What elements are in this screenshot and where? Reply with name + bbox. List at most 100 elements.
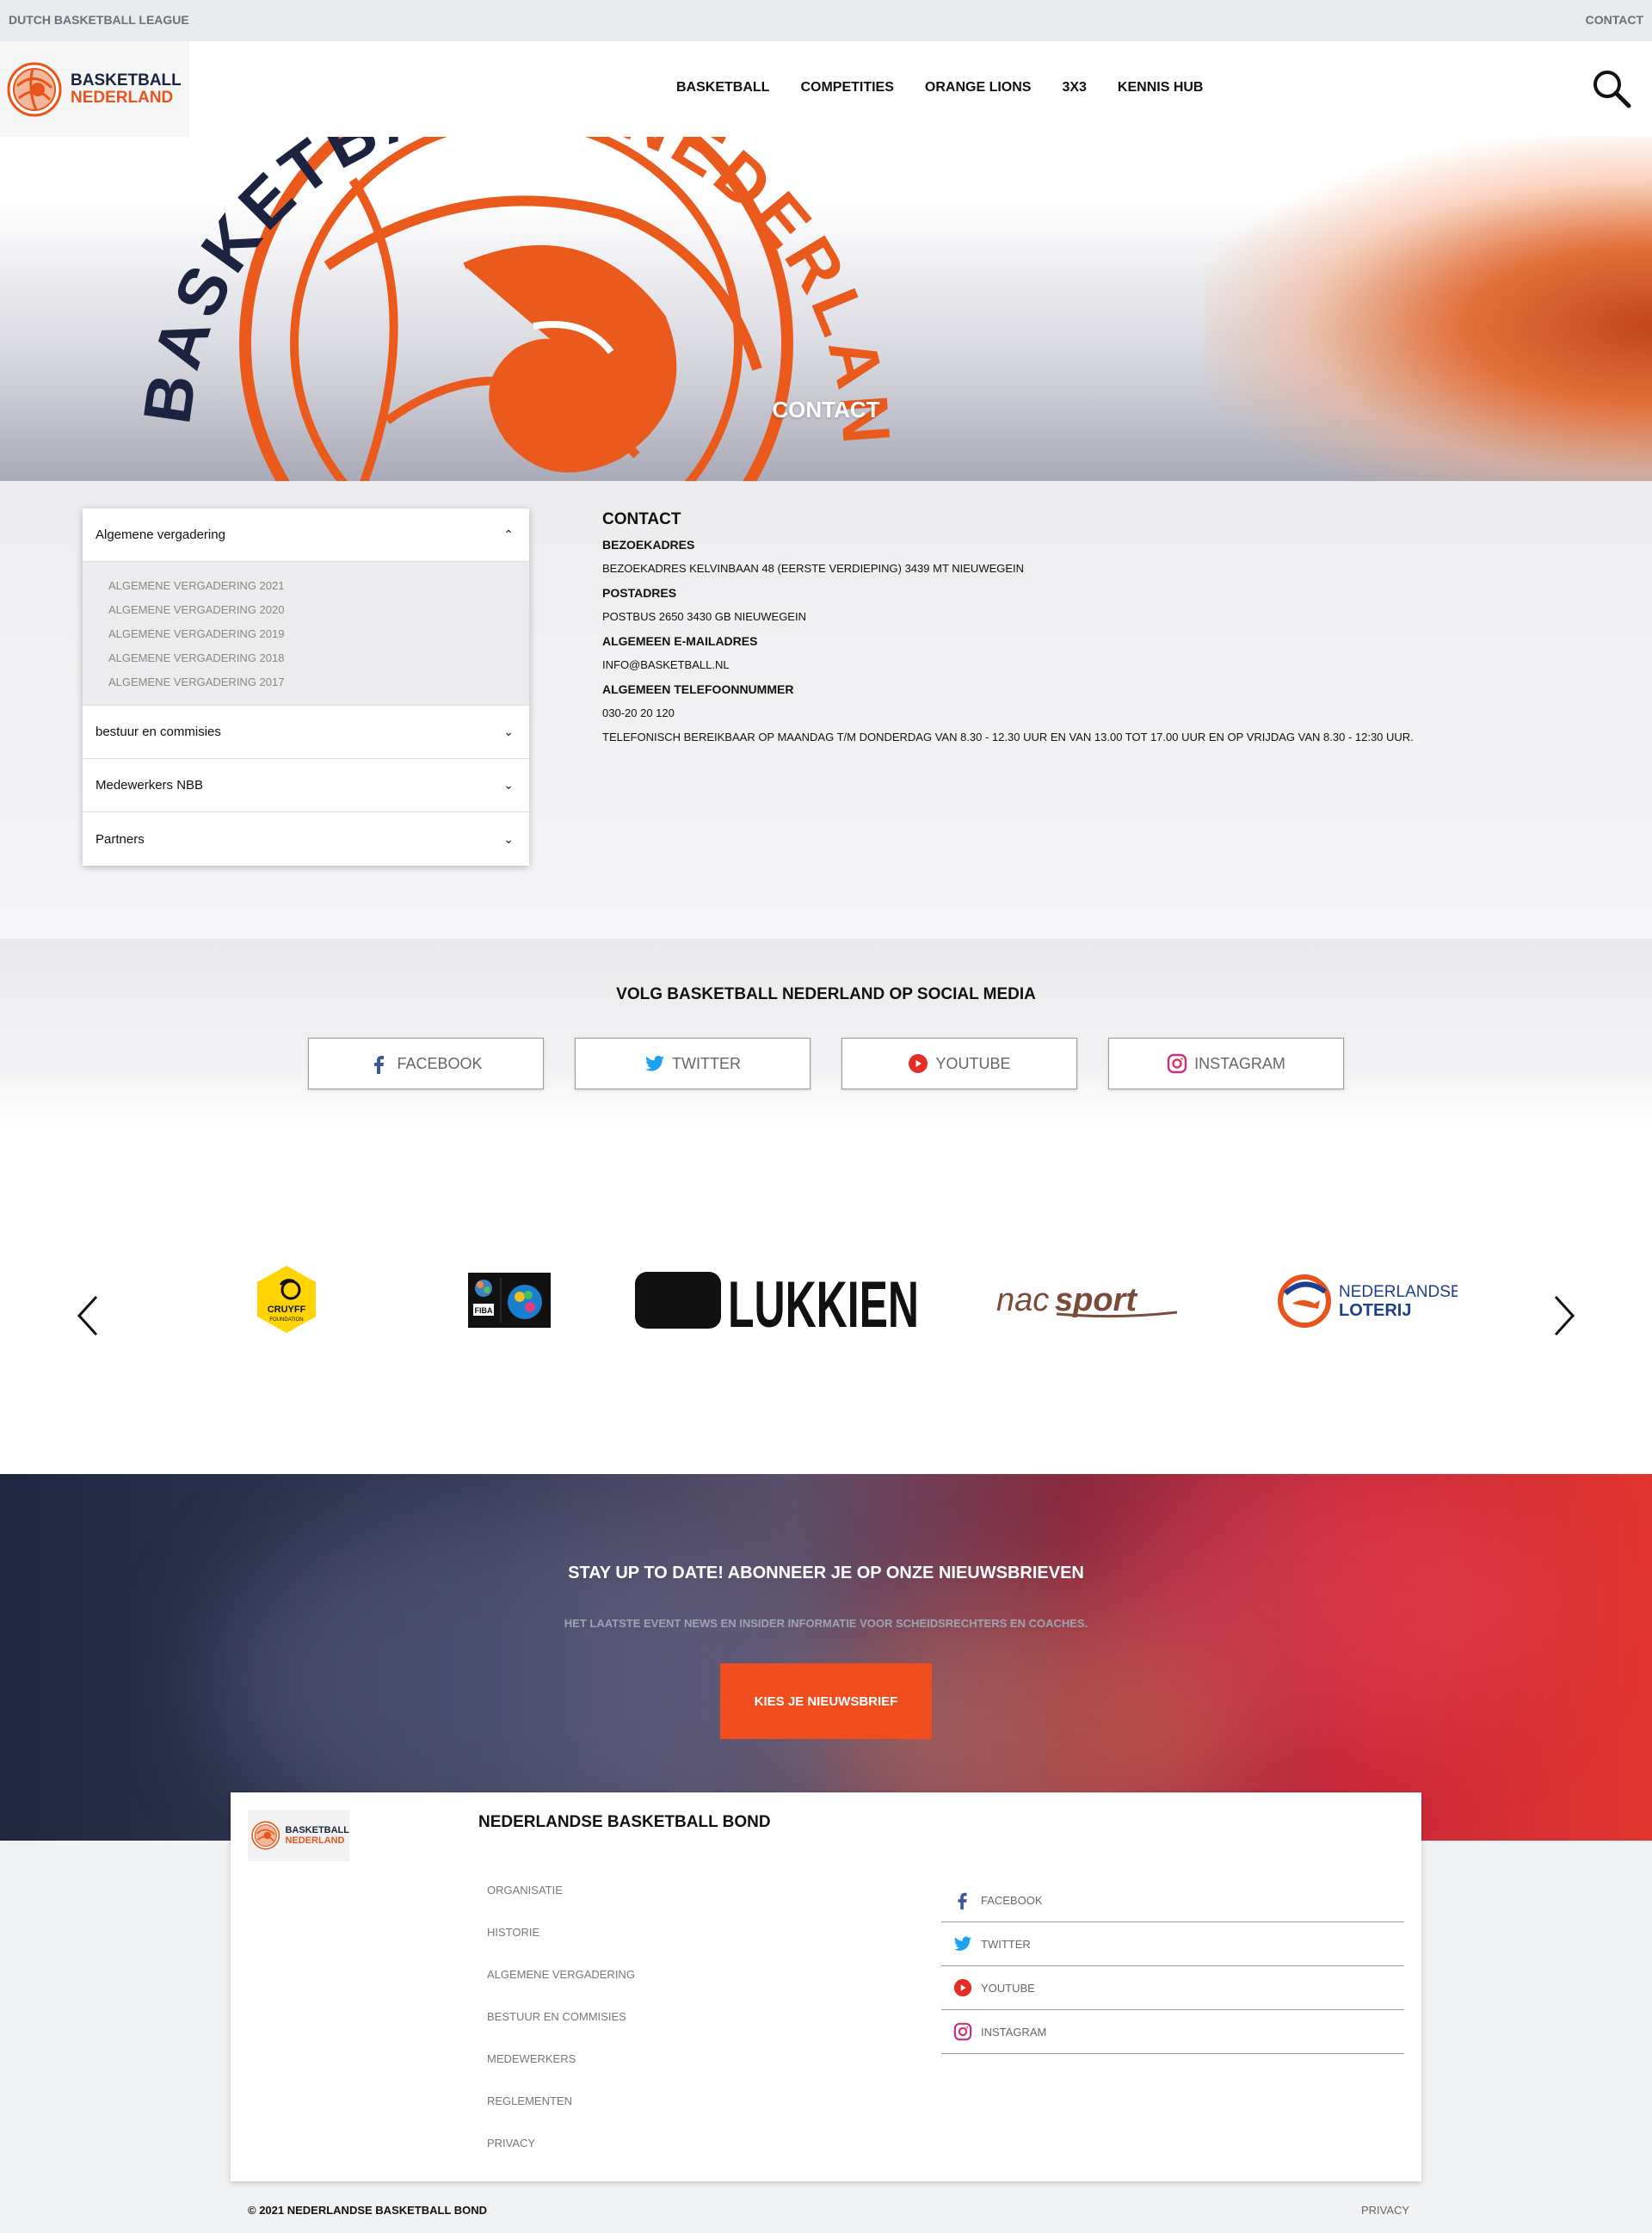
- bottom-privacy-link[interactable]: PRIVACY: [1361, 2204, 1409, 2217]
- footer-instagram-link[interactable]: INSTAGRAM: [941, 2010, 1404, 2054]
- footer-twitter-link[interactable]: TWITTER: [941, 1922, 1404, 1966]
- basketball-logo-icon: [7, 62, 62, 116]
- footer-facebook-link[interactable]: FACEBOOK: [941, 1878, 1404, 1922]
- phone-label: ALGEMEEN TELEFOONNUMMER: [602, 682, 794, 696]
- accordion-item-av-2021[interactable]: ALGEMENE VERGADERING 2021: [83, 574, 529, 598]
- footer-facebook-label: FACEBOOK: [981, 1893, 1043, 1907]
- partner-logo-nacsport[interactable]: nac sport: [996, 1280, 1189, 1319]
- contact-heading: CONTACT: [602, 510, 681, 528]
- top-bar: DUTCH BASKETBALL LEAGUE CONTACT: [0, 0, 1652, 41]
- facebook-label: FACEBOOK: [397, 1054, 483, 1072]
- footer-link-historie[interactable]: HISTORIE: [487, 1921, 635, 1963]
- footer-title: NEDERLANDSE BASKETBALL BOND: [478, 1813, 771, 1831]
- main-header: BASKETBALL NEDERLAND BASKETBALL COMPETIT…: [0, 41, 1652, 137]
- partner-logo-nederlandse-loterij[interactable]: NEDERLANDSE LOTERIJ: [1277, 1273, 1462, 1329]
- youtube-icon: [909, 1054, 928, 1073]
- newsletter-signup-button[interactable]: KIES JE NIEUWSBRIEF: [720, 1663, 932, 1739]
- top-contact-link[interactable]: CONTACT: [1586, 13, 1643, 27]
- newsletter-bg-blur: [1119, 1474, 1549, 1732]
- nav-item-competities[interactable]: COMPETITIES: [800, 80, 893, 96]
- email-value[interactable]: INFO@BASKETBALL.NL: [602, 653, 1549, 677]
- twitter-button[interactable]: TWITTER: [575, 1038, 811, 1089]
- content-section: Algemene vergadering ⌃ ALGEMENE VERGADER…: [0, 481, 1652, 939]
- accordion-item-av-2020[interactable]: ALGEMENE VERGADERING 2020: [83, 598, 529, 622]
- logo-wordmark: BASKETBALL NEDERLAND: [71, 71, 182, 107]
- nav-item-basketball[interactable]: BASKETBALL: [676, 80, 769, 96]
- footer-twitter-label: TWITTER: [981, 1937, 1031, 1951]
- partner-logo-lukkien[interactable]: LUKKIEN: [635, 1268, 921, 1342]
- cruyff-text: CRUYFF: [268, 1305, 306, 1315]
- accordion-item-av-2017[interactable]: ALGEMENE VERGADERING 2017: [83, 670, 529, 694]
- basketball-logo-icon: [251, 1821, 280, 1850]
- carousel-next-icon[interactable]: [1547, 1290, 1581, 1342]
- accordion-header-medewerkers[interactable]: Medewerkers NBB ⌄: [83, 759, 529, 812]
- accordion-header-partners[interactable]: Partners ⌄: [83, 812, 529, 866]
- nav-item-kennis-hub[interactable]: KENNIS HUB: [1118, 80, 1204, 96]
- footer-links: ORGANISATIE HISTORIE ALGEMENE VERGADERIN…: [487, 1878, 635, 2174]
- hero-banner: BASKETBALL NEDERLAND CONTACT: [0, 137, 1652, 481]
- accordion-header-label: Partners: [96, 831, 145, 847]
- carousel-prev-icon[interactable]: [71, 1290, 105, 1342]
- footer-logo-wordmark: BASKETBALL NEDERLAND: [285, 1825, 349, 1846]
- fiba-logo-icon: FIBA: [473, 1278, 542, 1323]
- bezoekadres-label: BEZOEKADRES: [602, 538, 695, 552]
- accordion-header-bestuur[interactable]: bestuur en commisies ⌄: [83, 706, 529, 759]
- footer-link-medewerkers[interactable]: MEDEWERKERS: [487, 2047, 635, 2089]
- nav-item-orange-lions[interactable]: ORANGE LIONS: [925, 80, 1032, 96]
- lukkien-text: LUKKIEN: [728, 1268, 919, 1332]
- accordion-panel: ALGEMENE VERGADERING 2021 ALGEMENE VERGA…: [83, 562, 529, 706]
- sidebar-accordion: Algemene vergadering ⌃ ALGEMENE VERGADER…: [83, 509, 529, 866]
- bezoekadres-value: BEZOEKADRES KELVINBAAN 48 (EERSTE VERDIE…: [602, 562, 1025, 575]
- instagram-button[interactable]: INSTAGRAM: [1108, 1038, 1344, 1089]
- loterij-line2: LOTERIJ: [1339, 1301, 1411, 1320]
- nederlandse-loterij-logo-icon: NEDERLANDSE LOTERIJ: [1278, 1274, 1462, 1328]
- postadres-value: POSTBUS 2650 3430 GB NIEUWEGEIN: [602, 610, 806, 623]
- youtube-button[interactable]: YOUTUBE: [841, 1038, 1077, 1089]
- hero-orange-glow: [1205, 137, 1652, 481]
- footer-link-privacy[interactable]: PRIVACY: [487, 2131, 635, 2174]
- nacsport-text-a: nac: [996, 1282, 1049, 1318]
- phone-value[interactable]: 030-20 20 120: [602, 701, 1549, 725]
- loterij-line1: NEDERLANDSE: [1339, 1283, 1458, 1301]
- twitter-label: TWITTER: [672, 1054, 741, 1072]
- footer-link-bestuur[interactable]: BESTUUR EN COMMISIES: [487, 2005, 635, 2047]
- partner-logo-cruyff[interactable]: CRUYFF FOUNDATION: [255, 1264, 318, 1335]
- fiba-text: FIBA: [475, 1306, 493, 1315]
- accordion-header-label: Algemene vergadering: [96, 527, 225, 542]
- accordion-item-av-2019[interactable]: ALGEMENE VERGADERING 2019: [83, 622, 529, 646]
- footer-logo[interactable]: BASKETBALL NEDERLAND: [248, 1810, 349, 1861]
- postadres-label: POSTADRES: [602, 586, 677, 600]
- footer-instagram-label: INSTAGRAM: [981, 2025, 1047, 2039]
- footer-link-organisatie[interactable]: ORGANISATIE: [487, 1878, 635, 1921]
- copyright-text: © 2021 NEDERLANDSE BASKETBALL BOND: [248, 2204, 488, 2217]
- main-nav: BASKETBALL COMPETITIES ORANGE LIONS 3X3 …: [676, 80, 1203, 96]
- twitter-icon: [953, 1936, 972, 1951]
- accordion-item-av-2018[interactable]: ALGEMENE VERGADERING 2018: [83, 646, 529, 670]
- logo-line1: BASKETBALL: [71, 71, 182, 89]
- search-icon[interactable]: [1590, 67, 1633, 110]
- instagram-icon: [1167, 1053, 1187, 1074]
- footer-link-reglementen[interactable]: REGLEMENTEN: [487, 2089, 635, 2131]
- facebook-icon: [958, 1892, 967, 1909]
- contact-details: CONTACT BEZOEKADRES BEZOEKADRES KELVINBA…: [602, 510, 1549, 749]
- accordion-header-algemene-vergadering[interactable]: Algemene vergadering ⌃: [83, 509, 529, 562]
- nav-item-3x3[interactable]: 3X3: [1062, 80, 1086, 96]
- facebook-icon: [374, 1056, 385, 1074]
- youtube-label: YOUTUBE: [935, 1054, 1011, 1072]
- dutch-basketball-league-link[interactable]: DUTCH BASKETBALL LEAGUE: [9, 13, 189, 27]
- site-logo[interactable]: BASKETBALL NEDERLAND: [0, 41, 189, 137]
- footer-logo-line2: NEDERLAND: [285, 1835, 345, 1846]
- newsletter-subtitle: HET LAATSTE EVENT NEWS EN INSIDER INFORM…: [564, 1617, 1088, 1630]
- chevron-down-icon: ⌄: [503, 831, 514, 846]
- twitter-icon: [645, 1055, 664, 1071]
- partner-logo-fiba[interactable]: FIBA: [468, 1273, 551, 1328]
- facebook-button[interactable]: FACEBOOK: [308, 1038, 544, 1089]
- youtube-icon: [953, 1978, 972, 1997]
- footer-youtube-link[interactable]: YOUTUBE: [941, 1966, 1404, 2010]
- instagram-label: INSTAGRAM: [1194, 1054, 1285, 1072]
- footer-link-algemene-vergadering[interactable]: ALGEMENE VERGADERING: [487, 1963, 635, 2005]
- partners-carousel: CRUYFF FOUNDATION FIBA LUKKIEN nac sport: [0, 1128, 1652, 1474]
- hero-emblem-image: BASKETBALL NEDERLAND: [103, 137, 900, 481]
- cruyff-subtext: FOUNDATION: [269, 1317, 303, 1323]
- opening-hours: TELEFONISCH BEREIKBAAR OP MAANDAG T/M DO…: [602, 731, 1414, 743]
